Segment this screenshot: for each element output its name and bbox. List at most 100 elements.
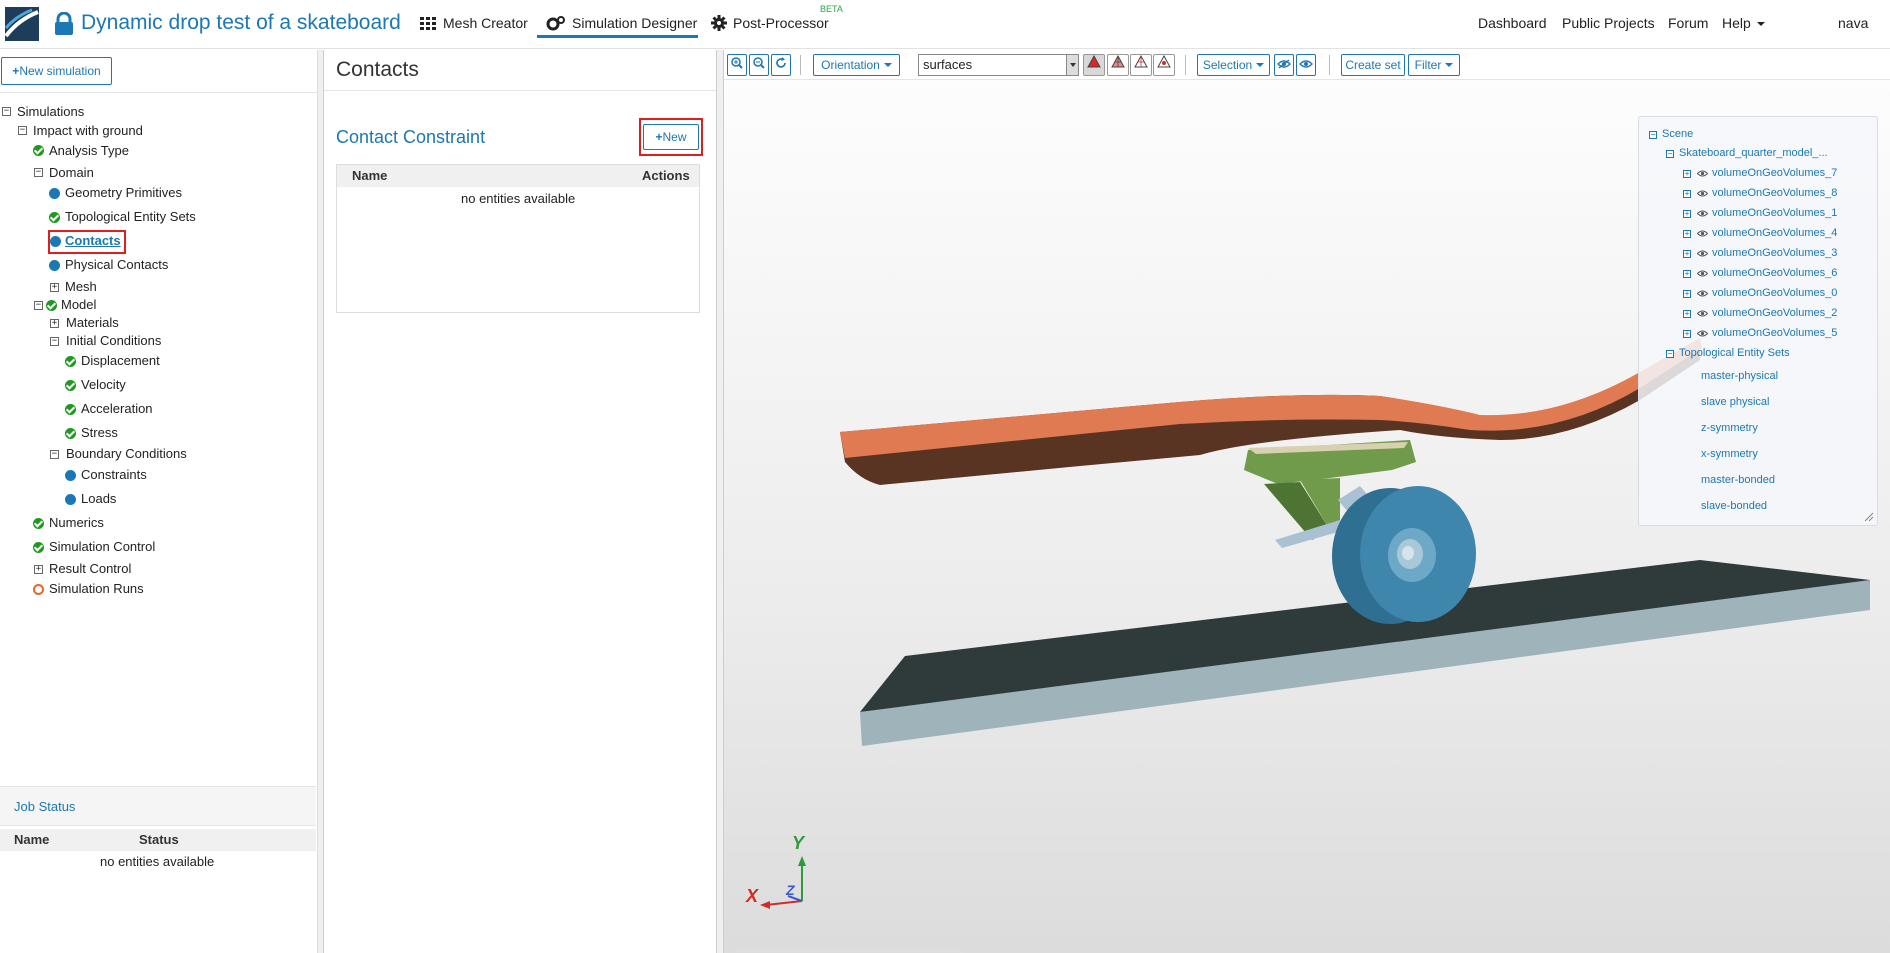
collapse-toggle[interactable]: −: [1649, 131, 1657, 139]
scene-set-item[interactable]: slave-bonded: [1701, 500, 1767, 512]
eye-icon[interactable]: [1697, 190, 1708, 197]
tree-impact-with-ground[interactable]: Impact with ground: [33, 122, 143, 140]
tab-simulation-designer[interactable]: Simulation Designer: [546, 14, 697, 36]
nav-help[interactable]: Help: [1722, 15, 1765, 31]
expand-toggle[interactable]: +: [1683, 310, 1691, 318]
tree-boundary-conditions[interactable]: Boundary Conditions: [66, 445, 187, 463]
eye-icon[interactable]: [1697, 170, 1708, 177]
expand-toggle[interactable]: +: [50, 319, 59, 328]
new-simulation-button[interactable]: +New simulation: [1, 57, 112, 85]
scene-root[interactable]: Scene: [1662, 128, 1693, 140]
scene-volume-item[interactable]: volumeOnGeoVolumes_3: [1712, 247, 1837, 259]
selection-dropdown[interactable]: Selection: [1197, 54, 1270, 76]
project-title[interactable]: Dynamic drop test of a skateboard: [81, 11, 401, 35]
tree-contacts[interactable]: Contacts: [65, 232, 121, 250]
scene-volume-item[interactable]: volumeOnGeoVolumes_2: [1712, 307, 1837, 319]
panel-splitter[interactable]: [716, 50, 724, 953]
tree-velocity[interactable]: Velocity: [81, 376, 126, 394]
tree-simulations[interactable]: Simulations: [17, 103, 84, 121]
eye-icon[interactable]: [1697, 330, 1708, 337]
tree-displacement[interactable]: Displacement: [81, 352, 160, 370]
app-logo-icon[interactable]: [4, 6, 40, 42]
scene-set-item[interactable]: master-bonded: [1701, 474, 1775, 486]
hide-button[interactable]: [1274, 54, 1294, 76]
expand-toggle[interactable]: +: [1683, 210, 1691, 218]
eye-icon[interactable]: [1697, 310, 1708, 317]
expand-toggle[interactable]: +: [1683, 290, 1691, 298]
tree-physical-contacts[interactable]: Physical Contacts: [65, 256, 168, 274]
scene-volume-item[interactable]: volumeOnGeoVolumes_6: [1712, 267, 1837, 279]
wireframe-surface-button[interactable]: [1107, 54, 1129, 76]
render-mode-select[interactable]: surfaces: [918, 54, 1079, 76]
tree-stress[interactable]: Stress: [81, 424, 118, 442]
resize-handle-icon[interactable]: [1864, 512, 1874, 522]
eye-icon[interactable]: [1697, 290, 1708, 297]
tree-initial-conditions[interactable]: Initial Conditions: [66, 332, 161, 350]
surface-mode-button[interactable]: [1083, 54, 1105, 76]
scene-volume-item[interactable]: volumeOnGeoVolumes_0: [1712, 287, 1837, 299]
wheel[interactable]: [1332, 486, 1476, 624]
tree-materials[interactable]: Materials: [66, 314, 119, 332]
tree-analysis-type[interactable]: Analysis Type: [49, 142, 129, 160]
collapse-toggle[interactable]: −: [50, 450, 59, 459]
tree-simulation-control[interactable]: Simulation Control: [49, 538, 155, 556]
eye-icon[interactable]: [1697, 210, 1708, 217]
zoom-out-button[interactable]: [749, 54, 769, 76]
tab-post-processor[interactable]: Post-Processor: [711, 14, 829, 36]
nav-forum[interactable]: Forum: [1668, 15, 1708, 31]
user-menu[interactable]: nava: [1838, 15, 1868, 31]
expand-toggle[interactable]: +: [1683, 230, 1691, 238]
orientation-dropdown[interactable]: Orientation: [813, 54, 900, 76]
scene-volume-item[interactable]: volumeOnGeoVolumes_1: [1712, 207, 1837, 219]
expand-toggle[interactable]: +: [1683, 170, 1691, 178]
expand-toggle[interactable]: +: [1683, 330, 1691, 338]
wireframe-button[interactable]: [1130, 54, 1152, 76]
select-arrow-icon[interactable]: [1066, 55, 1078, 75]
expand-toggle[interactable]: +: [34, 565, 43, 574]
tree-topological-entity-sets[interactable]: Topological Entity Sets: [65, 208, 196, 226]
expand-toggle[interactable]: +: [1683, 250, 1691, 258]
collapse-toggle[interactable]: −: [1666, 350, 1674, 358]
tree-simulation-runs[interactable]: Simulation Runs: [49, 580, 144, 598]
scene-volume-item[interactable]: volumeOnGeoVolumes_5: [1712, 327, 1837, 339]
scene-set-item[interactable]: x-symmetry: [1701, 448, 1758, 460]
filter-dropdown[interactable]: Filter: [1408, 54, 1460, 76]
scene-set-item[interactable]: slave physical: [1701, 396, 1769, 408]
tree-numerics[interactable]: Numerics: [49, 514, 104, 532]
collapse-toggle[interactable]: −: [1666, 150, 1674, 158]
scene-volume-item[interactable]: volumeOnGeoVolumes_8: [1712, 187, 1837, 199]
scene-sets-node[interactable]: Topological Entity Sets: [1679, 347, 1790, 359]
tree-constraints[interactable]: Constraints: [81, 466, 147, 484]
collapse-toggle[interactable]: −: [18, 126, 27, 135]
tree-result-control[interactable]: Result Control: [49, 560, 131, 578]
scene-volume-item[interactable]: volumeOnGeoVolumes_4: [1712, 227, 1837, 239]
expand-toggle[interactable]: +: [1683, 190, 1691, 198]
horizontal-scrollbar[interactable]: [734, 948, 964, 953]
create-set-button[interactable]: Create set: [1341, 54, 1405, 76]
eye-icon[interactable]: [1697, 270, 1708, 277]
new-contact-button[interactable]: +New: [643, 124, 699, 150]
tree-loads[interactable]: Loads: [81, 490, 116, 508]
column-header-name[interactable]: Name: [14, 832, 49, 847]
tree-mesh[interactable]: Mesh: [65, 278, 97, 296]
show-button[interactable]: [1296, 54, 1316, 76]
expand-toggle[interactable]: +: [1683, 270, 1691, 278]
collapse-toggle[interactable]: −: [2, 107, 11, 116]
points-mode-button[interactable]: [1153, 54, 1175, 76]
collapse-toggle[interactable]: −: [50, 337, 59, 346]
tab-mesh-creator[interactable]: Mesh Creator: [420, 14, 528, 36]
scene-volume-item[interactable]: volumeOnGeoVolumes_7: [1712, 167, 1837, 179]
tree-acceleration[interactable]: Acceleration: [81, 400, 153, 418]
zoom-in-button[interactable]: [727, 54, 747, 76]
scene-model-node[interactable]: Skateboard_quarter_model_...: [1679, 147, 1828, 159]
collapse-toggle[interactable]: −: [34, 168, 43, 177]
column-header-name[interactable]: Name: [352, 168, 387, 183]
scene-set-item[interactable]: z-symmetry: [1701, 422, 1758, 434]
job-status-title[interactable]: Job Status: [14, 799, 75, 814]
tree-domain[interactable]: Domain: [49, 164, 94, 182]
nav-dashboard[interactable]: Dashboard: [1478, 15, 1547, 31]
expand-toggle[interactable]: +: [50, 283, 59, 292]
tree-geometry-primitives[interactable]: Geometry Primitives: [65, 184, 182, 202]
column-header-status[interactable]: Status: [139, 832, 179, 847]
nav-public-projects[interactable]: Public Projects: [1562, 15, 1655, 31]
